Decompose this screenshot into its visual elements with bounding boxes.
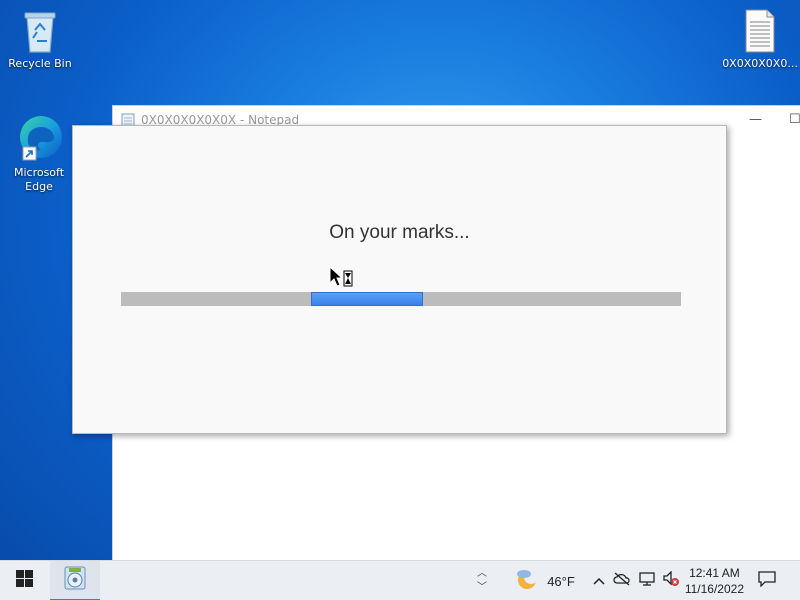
clock-date: 11/16/2022 <box>684 582 744 596</box>
weather-temperature: 46°F <box>547 573 575 589</box>
start-icon <box>15 570 33 592</box>
volume-muted-icon <box>662 569 680 592</box>
tray-up-arrow-icon <box>593 572 605 590</box>
desktop-icon-label: 0X0X0X0X0... <box>722 57 798 70</box>
desktop-icon-label: Recycle Bin <box>8 57 72 70</box>
clock-time: 12:41 AM <box>689 566 740 580</box>
overflow-chevron-icon: ︿ ﹀ <box>477 568 487 593</box>
desktop-icon-microsoft-edge[interactable]: Microsoft Edge <box>4 113 74 194</box>
volume-button[interactable] <box>660 561 682 600</box>
progress-bar <box>121 292 681 306</box>
maximize-button[interactable]: ☐ <box>789 112 800 127</box>
onedrive-offline-icon <box>613 572 631 591</box>
text-file-icon <box>743 8 777 54</box>
tray-show-hidden-button[interactable] <box>590 561 608 600</box>
desktop-icon-recycle-bin[interactable]: Recycle Bin <box>5 8 75 71</box>
network-icon <box>639 571 655 591</box>
desktop-icon-text-file[interactable]: 0X0X0X0X0... <box>722 8 798 71</box>
weather-moon-icon <box>515 568 539 595</box>
notification-center-button[interactable] <box>752 561 782 600</box>
network-status-button[interactable] <box>637 561 657 600</box>
loading-message: On your marks... <box>329 222 470 243</box>
minimize-button[interactable]: — <box>749 112 762 127</box>
desktop-icon-label: Microsoft Edge <box>13 166 65 193</box>
edge-icon <box>14 113 64 163</box>
recycle-bin-icon <box>20 8 60 54</box>
start-button[interactable] <box>0 561 48 600</box>
setup-app-icon <box>62 565 88 596</box>
loading-dialog: On your marks... <box>72 125 727 434</box>
taskbar-app-setup[interactable] <box>50 561 100 600</box>
progress-bar-fill <box>311 292 424 306</box>
busy-cursor-icon <box>329 265 355 294</box>
notification-icon <box>758 570 776 592</box>
taskbar-clock[interactable]: 12:41 AM 11/16/2022 <box>685 565 744 597</box>
taskbar-overflow-button[interactable]: ︿ ﹀ <box>473 561 491 600</box>
taskbar: ︿ ﹀ 46°F 12:41 AM 11/16/2022 <box>0 560 800 600</box>
weather-widget[interactable]: 46°F <box>510 561 580 600</box>
onedrive-status-button[interactable] <box>612 561 632 600</box>
